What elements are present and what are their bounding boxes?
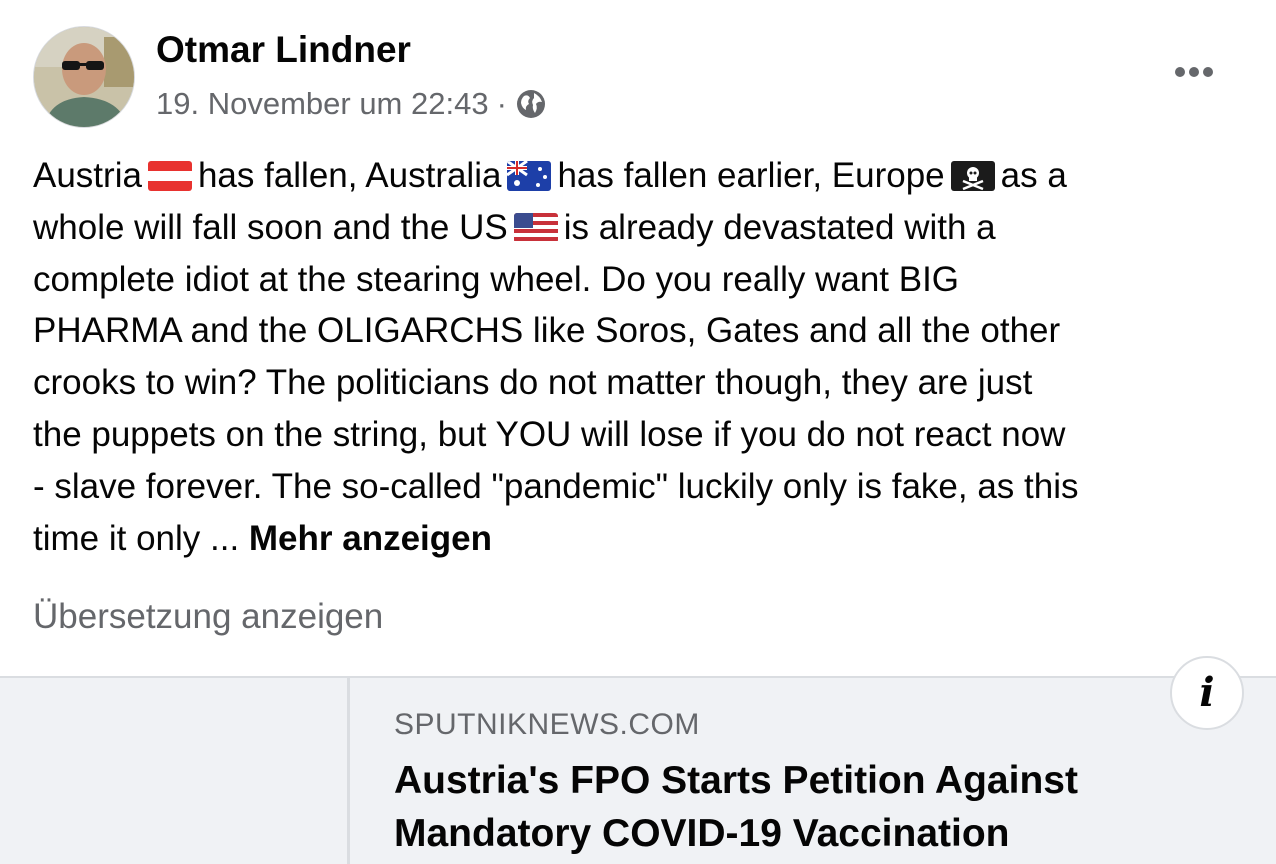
- link-title-line: Mandatory COVID-19 Vaccination: [394, 812, 1010, 855]
- link-preview-card[interactable]: SPUTNIKNEWS.COM Austria's FPO Starts Pet…: [0, 676, 1276, 864]
- australia-flag: [507, 161, 552, 191]
- post-line: crooks to win? The politicians do not ma…: [33, 363, 1033, 403]
- globe-icon[interactable]: [515, 88, 547, 120]
- us-flag: [513, 212, 558, 243]
- post-text-segment: is already devastated with a: [563, 207, 996, 247]
- link-domain: SPUTNIKNEWS.COM: [394, 708, 700, 741]
- post-line: whole will fall soon and the US is alread…: [33, 202, 1248, 254]
- pirate-flag: [950, 161, 995, 191]
- see-translation-link[interactable]: Übersetzung anzeigen: [33, 597, 383, 637]
- post-text-segment: time it only ...: [33, 518, 249, 558]
- more-dot: [1189, 67, 1199, 77]
- post-body: Austria has fallen, Australia has fallen e…: [33, 150, 1248, 564]
- author-name[interactable]: Otmar Lindner: [156, 29, 411, 71]
- post-line: - slave forever. The so-called "pandemic…: [33, 466, 1079, 506]
- post-meta: 19. November um 22:43 ·: [156, 84, 547, 124]
- link-title-line: Austria's FPO Starts Petition Against: [394, 759, 1078, 802]
- post-timestamp[interactable]: 19. November um 22:43: [156, 86, 489, 122]
- author-avatar[interactable]: [33, 26, 135, 128]
- post-line: PHARMA and the OLIGARCHS like Soros, Gat…: [33, 311, 1061, 351]
- info-icon: i: [1199, 669, 1215, 716]
- info-button[interactable]: i: [1170, 656, 1244, 730]
- link-thumbnail[interactable]: [0, 678, 350, 864]
- post-text-segment: as a: [1000, 156, 1067, 195]
- post-text-segment: has fallen earlier, Europe: [557, 156, 945, 195]
- meta-separator: ·: [496, 86, 507, 121]
- post-text-segment: whole will fall soon and the US: [33, 207, 508, 247]
- post-header: Otmar Lindner 19. November um 22:43 ·: [0, 0, 1276, 140]
- post-line: the puppets on the string, but YOU will …: [33, 414, 1066, 454]
- avatar-photo: [34, 27, 134, 127]
- post-text-segment: Austria: [33, 156, 142, 195]
- post-line: time it only ... Mehr anzeigen: [33, 513, 1248, 565]
- post-line: complete idiot at the stearing wheel. Do…: [33, 259, 960, 299]
- post-line: Austria has fallen, Australia has fallen e…: [33, 150, 1248, 202]
- more-options-icon: [1175, 67, 1185, 77]
- see-more-link[interactable]: Mehr anzeigen: [249, 519, 492, 558]
- more-dot: [1203, 67, 1213, 77]
- link-title[interactable]: Austria's FPO Starts Petition Against Ma…: [394, 754, 1254, 860]
- austria-flag: [147, 161, 192, 191]
- post-text-segment: has fallen, Australia: [197, 156, 502, 195]
- more-options-button[interactable]: [1166, 54, 1222, 90]
